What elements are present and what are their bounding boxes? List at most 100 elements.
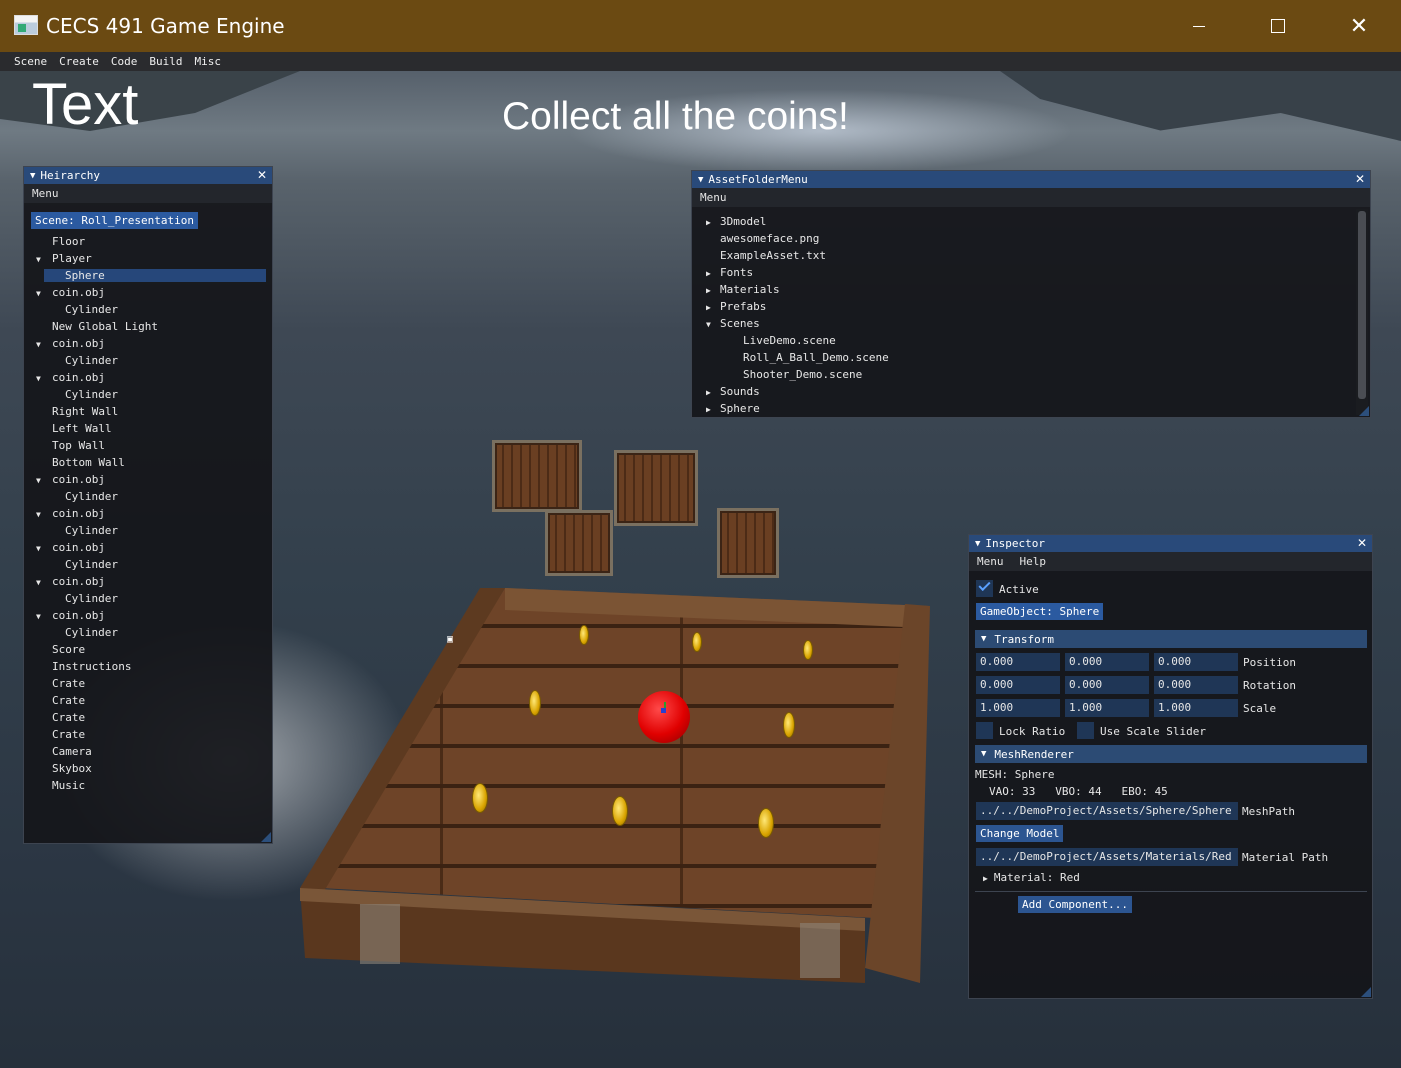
expand-arrow-icon[interactable]: ▶ bbox=[706, 405, 718, 414]
player-sphere[interactable] bbox=[638, 691, 690, 743]
inspector-title-bar[interactable]: ▼ Inspector ✕ bbox=[969, 535, 1372, 552]
asset-item[interactable]: ▶ Materials bbox=[706, 283, 780, 296]
expand-arrow-icon[interactable]: ▼ bbox=[706, 320, 718, 329]
expand-arrow-icon[interactable]: ▼ bbox=[36, 255, 48, 264]
asset-title-bar[interactable]: ▼ AssetFolderMenu ✕ bbox=[692, 171, 1370, 188]
asset-item[interactable]: ▼ Scenes bbox=[706, 317, 760, 330]
expand-arrow-icon[interactable]: ▶ bbox=[706, 286, 718, 295]
hierarchy-item[interactable]: Instructions bbox=[36, 660, 131, 673]
hierarchy-item[interactable]: Cylinder bbox=[44, 354, 118, 367]
material-tree-node[interactable]: ▶ Material: Red bbox=[983, 871, 1080, 884]
lock-ratio-checkbox[interactable] bbox=[976, 722, 993, 739]
inspector-menu[interactable]: Menu bbox=[977, 555, 1004, 568]
asset-item[interactable]: ▶ Prefabs bbox=[706, 300, 766, 313]
rotation-z-field[interactable]: 0.000 bbox=[1154, 676, 1238, 694]
hierarchy-item[interactable]: Skybox bbox=[36, 762, 92, 775]
asset-item[interactable]: ExampleAsset.txt bbox=[706, 249, 826, 262]
scale-x-field[interactable]: 1.000 bbox=[976, 699, 1060, 717]
hierarchy-item[interactable]: Music bbox=[36, 779, 85, 792]
maximize-button[interactable] bbox=[1248, 0, 1308, 52]
asset-scrollbar-thumb[interactable] bbox=[1358, 211, 1366, 399]
position-x-field[interactable]: 0.000 bbox=[976, 653, 1060, 671]
transform-header[interactable]: ▼ Transform bbox=[975, 630, 1367, 648]
scene-button[interactable]: Scene: Roll_Presentation bbox=[31, 212, 198, 229]
expand-arrow-icon[interactable]: ▶ bbox=[706, 269, 718, 278]
material-path-field[interactable]: ../../DemoProject/Assets/Materials/Red bbox=[976, 848, 1238, 866]
mesh-path-field[interactable]: ../../DemoProject/Assets/Sphere/Sphere bbox=[976, 802, 1238, 820]
expand-arrow-icon[interactable]: ▼ bbox=[36, 476, 48, 485]
minimize-button[interactable] bbox=[1169, 0, 1229, 52]
expand-arrow-icon[interactable]: ▶ bbox=[706, 303, 718, 312]
menu-code[interactable]: Code bbox=[111, 55, 138, 68]
hierarchy-item[interactable]: New Global Light bbox=[36, 320, 158, 333]
hierarchy-item[interactable]: Cylinder bbox=[44, 558, 118, 571]
use-scale-slider-checkbox[interactable] bbox=[1077, 722, 1094, 739]
expand-arrow-icon[interactable]: ▼ bbox=[36, 289, 48, 298]
menu-create[interactable]: Create bbox=[59, 55, 99, 68]
hierarchy-item[interactable]: Crate bbox=[36, 711, 85, 724]
hierarchy-item[interactable]: ▼ Player bbox=[36, 252, 92, 265]
asset-item[interactable]: ▶ Sphere bbox=[706, 402, 760, 415]
asset-item[interactable]: ▶ 3Dmodel bbox=[706, 215, 766, 228]
hierarchy-item[interactable]: Crate bbox=[36, 677, 85, 690]
expand-arrow-icon[interactable]: ▼ bbox=[36, 544, 48, 553]
hierarchy-item[interactable]: Score bbox=[36, 643, 85, 656]
expand-arrow-icon[interactable]: ▼ bbox=[36, 510, 48, 519]
close-icon[interactable]: ✕ bbox=[1355, 172, 1365, 186]
hierarchy-item[interactable]: Cylinder bbox=[44, 524, 118, 537]
collapse-arrow-icon[interactable]: ▼ bbox=[30, 171, 35, 181]
hierarchy-item[interactable]: Cylinder bbox=[44, 303, 118, 316]
asset-item[interactable]: ▶ Fonts bbox=[706, 266, 753, 279]
menu-misc[interactable]: Misc bbox=[195, 55, 222, 68]
resize-grip-icon[interactable] bbox=[1359, 406, 1369, 416]
resize-grip-icon[interactable] bbox=[1361, 987, 1371, 997]
hierarchy-item[interactable]: Right Wall bbox=[36, 405, 118, 418]
hierarchy-item[interactable]: ▼ coin.obj bbox=[36, 286, 105, 299]
gameobject-button[interactable]: GameObject: Sphere bbox=[976, 603, 1104, 620]
expand-arrow-icon[interactable]: ▶ bbox=[706, 388, 718, 397]
expand-arrow-icon[interactable]: ▶ bbox=[706, 218, 718, 227]
hierarchy-item[interactable]: Top Wall bbox=[36, 439, 105, 452]
scale-y-field[interactable]: 1.000 bbox=[1065, 699, 1149, 717]
hierarchy-title-bar[interactable]: ▼ Heirarchy ✕ bbox=[24, 167, 272, 184]
hierarchy-item[interactable]: ▼ coin.obj bbox=[36, 371, 105, 384]
rotation-x-field[interactable]: 0.000 bbox=[976, 676, 1060, 694]
hierarchy-item[interactable]: ▼ coin.obj bbox=[36, 541, 105, 554]
resize-grip-icon[interactable] bbox=[261, 832, 271, 842]
expand-arrow-icon[interactable]: ▼ bbox=[36, 612, 48, 621]
active-checkbox[interactable] bbox=[976, 578, 993, 597]
hierarchy-item[interactable]: Crate bbox=[36, 728, 85, 741]
position-z-field[interactable]: 0.000 bbox=[1154, 653, 1238, 671]
hierarchy-item[interactable]: ▼ coin.obj bbox=[36, 473, 105, 486]
hierarchy-item[interactable]: ▼ coin.obj bbox=[36, 337, 105, 350]
hierarchy-item[interactable]: ▼ coin.obj bbox=[36, 609, 105, 622]
menu-build[interactable]: Build bbox=[149, 55, 182, 68]
hierarchy-item[interactable]: Crate bbox=[36, 694, 85, 707]
change-model-button[interactable]: Change Model bbox=[976, 825, 1064, 842]
hierarchy-item[interactable]: Cylinder bbox=[44, 592, 118, 605]
asset-scrollbar[interactable] bbox=[1356, 209, 1368, 415]
collapse-arrow-icon[interactable]: ▼ bbox=[975, 539, 980, 549]
asset-menu[interactable]: Menu bbox=[700, 191, 727, 204]
asset-item[interactable]: Shooter_Demo.scene bbox=[741, 368, 862, 381]
rotation-y-field[interactable]: 0.000 bbox=[1065, 676, 1149, 694]
collapse-arrow-icon[interactable]: ▼ bbox=[698, 175, 703, 185]
hierarchy-item[interactable]: Cylinder bbox=[44, 388, 118, 401]
add-component-button[interactable]: Add Component... bbox=[1018, 896, 1132, 913]
hierarchy-item[interactable]: Left Wall bbox=[36, 422, 112, 435]
expand-arrow-icon[interactable]: ▼ bbox=[36, 578, 48, 587]
transform-gizmo-icon[interactable] bbox=[661, 702, 669, 714]
hierarchy-menu[interactable]: Menu bbox=[32, 187, 59, 200]
hierarchy-item[interactable]: Cylinder bbox=[44, 626, 118, 639]
hierarchy-item[interactable]: Camera bbox=[36, 745, 92, 758]
close-icon[interactable]: ✕ bbox=[1357, 536, 1367, 550]
position-y-field[interactable]: 0.000 bbox=[1065, 653, 1149, 671]
inspector-help[interactable]: Help bbox=[1020, 555, 1047, 568]
menu-scene[interactable]: Scene bbox=[14, 55, 47, 68]
asset-item[interactable]: ▶ Sounds bbox=[706, 385, 760, 398]
asset-item[interactable]: LiveDemo.scene bbox=[741, 334, 836, 347]
close-icon[interactable]: ✕ bbox=[257, 168, 267, 182]
close-window-button[interactable]: ✕ bbox=[1329, 0, 1389, 52]
asset-item[interactable]: Roll_A_Ball_Demo.scene bbox=[741, 351, 889, 364]
asset-item[interactable]: awesomeface.png bbox=[706, 232, 819, 245]
